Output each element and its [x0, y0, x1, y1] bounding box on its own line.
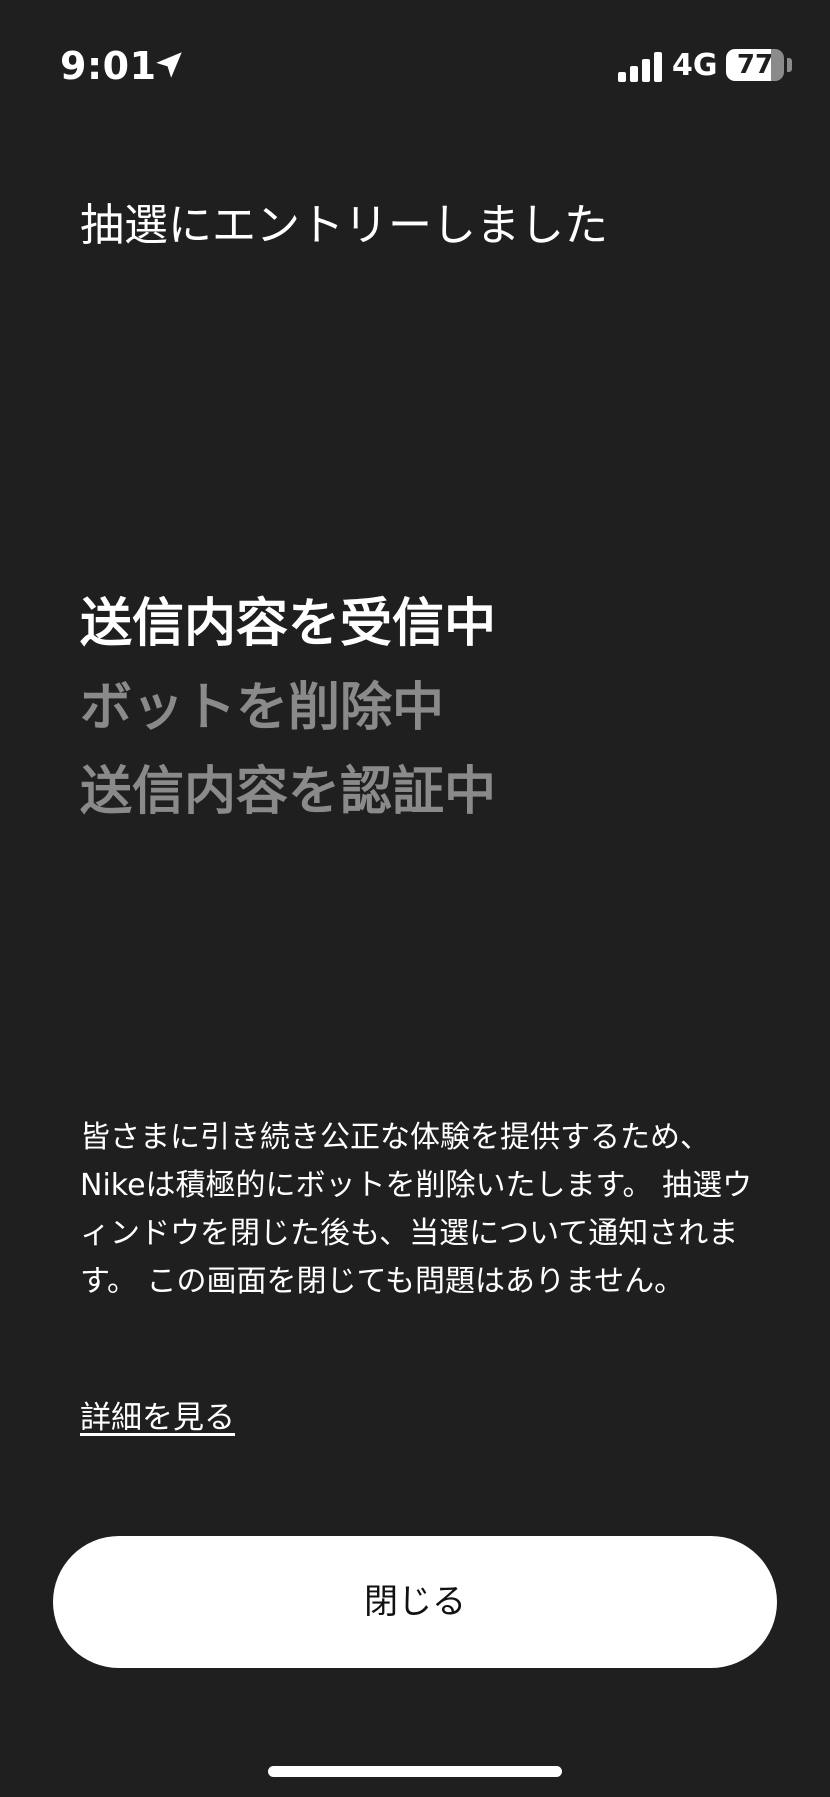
close-button[interactable]: 閉じる: [53, 1536, 777, 1668]
network-type: 4G: [672, 48, 718, 83]
progress-step-1: 送信内容を受信中: [80, 594, 497, 654]
progress-steps: 送信内容を受信中 ボットを削除中 送信内容を認証中: [80, 582, 496, 834]
battery-level: 77: [736, 50, 774, 80]
battery-cap: [787, 58, 792, 72]
progress-step-2: ボットを削除中: [80, 678, 445, 738]
progress-step-3: 送信内容を認証中: [80, 762, 497, 822]
location-arrow-icon: [156, 52, 182, 78]
status-time: 9:01: [60, 44, 157, 88]
status-bar: 9:01 4G 77: [0, 0, 830, 130]
entry-title: 抽選にエントリーしました: [80, 200, 608, 251]
home-indicator[interactable]: [268, 1766, 562, 1777]
details-link[interactable]: 詳細を見る: [80, 1396, 235, 1440]
cellular-signal-icon: [618, 52, 662, 82]
info-text: 皆さまに引き続き公正な体験を提供するため、Nikeは積極的にボットを削除いたしま…: [80, 1120, 753, 1299]
battery-icon: 77: [726, 49, 784, 81]
